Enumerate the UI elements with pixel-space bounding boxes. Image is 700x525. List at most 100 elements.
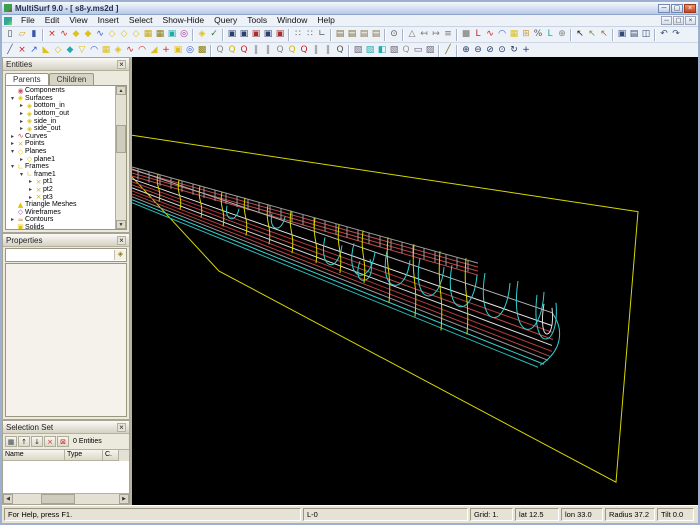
zoom-window-button[interactable]: ⊘ [484,44,496,57]
entity-surf-button[interactable]: ◇ [52,44,64,57]
menu-item-file[interactable]: File [16,15,40,26]
display-curve-button[interactable]: ∿ [484,28,496,41]
tree-expand-icon[interactable]: ▸ [9,216,16,223]
display-circle-button[interactable]: ⊕ [556,28,568,41]
tree-expand-icon[interactable]: ▾ [18,171,25,178]
cube-half-button[interactable]: ◧ [376,44,388,57]
insert-magnet-button[interactable]: ◆ [82,28,94,41]
tree-item-surfaces[interactable]: ▾ ◈ Surfaces [6,94,115,102]
close-button[interactable]: × [684,3,696,13]
tree-item-bottom-out[interactable]: ▸ ◈ bottom_out [6,110,115,118]
entity-arc-button[interactable]: ◠ [88,44,100,57]
properties-field-icon[interactable]: ◈ [114,250,126,260]
tree-expand-icon[interactable]: ▾ [9,163,16,170]
hscroll-thumb[interactable] [41,494,75,504]
insert-surface3-button[interactable]: ◇ [130,28,142,41]
cube-outline-button[interactable]: ▧ [352,44,364,57]
tree-item-bottom-in[interactable]: ▸ ◈ bottom_in [6,102,115,110]
save-file-button[interactable]: ▮ [28,28,40,41]
display-scale-button[interactable]: % [532,28,544,41]
zoom-in-button[interactable]: ⊕ [460,44,472,57]
tree-expand-icon[interactable]: ▸ [9,133,16,140]
view-3-button[interactable]: ▣ [250,28,262,41]
query-magnifier-button[interactable]: ⊙ [388,28,400,41]
entity-point-button[interactable]: ◆ [64,44,76,57]
selection-move-up-button[interactable]: ↑ [18,436,30,447]
rotate-view-button[interactable]: ↻ [508,44,520,57]
view-4-button[interactable]: ▣ [262,28,274,41]
insert-surface2-button[interactable]: ◇ [118,28,130,41]
column-header-type[interactable]: Type [65,450,103,461]
clipboard-1-button[interactable]: ▤ [334,28,346,41]
insert-solid-button[interactable]: ▣ [166,28,178,41]
display-mesh-button[interactable]: ▦ [508,28,520,41]
tree-item-pt1[interactable]: ▸ × pt1 [6,178,115,186]
view-1-button[interactable]: ▣ [226,28,238,41]
measure-left-button[interactable]: ↤ [418,28,430,41]
scroll-left-icon[interactable]: ◀ [3,494,13,504]
properties-close-icon[interactable]: × [117,235,126,245]
hide-lamp-button[interactable]: Q [274,44,286,57]
new-file-button[interactable]: ▯ [4,28,16,41]
entity-snake-button[interactable]: ∿ [124,44,136,57]
menu-item-edit[interactable]: Edit [40,15,65,26]
select-mode-button[interactable]: ✓ [208,28,220,41]
undo-button[interactable]: ↶ [658,28,670,41]
entity-arrow-button[interactable]: ↗ [28,44,40,57]
open-file-button[interactable]: ▱ [16,28,28,41]
mdi-minimize-button[interactable]: ─ [661,16,672,25]
select-fence-button[interactable]: ↖ [598,28,610,41]
checker-button[interactable]: ▨ [424,44,436,57]
measure-right-button[interactable]: ↦ [430,28,442,41]
viewport-3d[interactable] [132,57,698,505]
entity-tri-button[interactable]: ◣ [40,44,52,57]
entity-corner-button[interactable]: ◢ [148,44,160,57]
entity-solid-button[interactable]: ▣ [172,44,184,57]
insert-composite-button[interactable]: ◈ [196,28,208,41]
tree-expand-icon[interactable]: ▸ [27,186,34,193]
display-solid-button[interactable]: ■ [460,28,472,41]
tree-expand-icon[interactable]: ▸ [18,118,25,125]
column-header-c[interactable]: C. [103,450,119,461]
hide-pair-button[interactable]: ‖ [310,44,322,57]
scroll-right-icon[interactable]: ▶ [119,494,129,504]
scroll-thumb[interactable] [116,125,126,153]
entity-mesh-button[interactable]: ▦ [100,44,112,57]
display-grid-button[interactable]: ⊞ [520,28,532,41]
view-2-button[interactable]: ▣ [238,28,250,41]
mdi-close-button[interactable]: × [685,16,696,25]
mdi-restore-button[interactable]: ▢ [673,16,684,25]
measure-triangle-button[interactable]: △ [406,28,418,41]
maximize-button[interactable]: ▢ [671,3,683,13]
menu-item-select[interactable]: Select [124,15,158,26]
selection-list-button[interactable]: ▦ [5,436,17,447]
entities-tree-scrollbar[interactable]: ▲ ▼ [115,86,126,229]
tree-expand-icon[interactable]: ▸ [18,156,25,163]
show-lamp-button[interactable]: Q [214,44,226,57]
insert-ring-button[interactable]: ◎ [178,28,190,41]
menu-item-tools[interactable]: Tools [242,15,272,26]
tree-expand-icon[interactable]: ▾ [9,148,16,155]
display-loop-button[interactable]: ◠ [496,28,508,41]
redo-button[interactable]: ↷ [670,28,682,41]
selection-clear-button[interactable]: ⊠ [57,436,69,447]
zoom-fit-button[interactable]: ⊙ [496,44,508,57]
entity-vee-button[interactable]: ▽ [76,44,88,57]
tree-item-side-in[interactable]: ▸ ◈ side_in [6,117,115,125]
pan-view-button[interactable]: + [520,44,532,57]
window-tile-v-button[interactable]: ◫ [640,28,652,41]
hide-lamp-on-button[interactable]: Q [286,44,298,57]
insert-mesh2-button[interactable]: ▦ [154,28,166,41]
insert-curve-button[interactable]: ∿ [58,28,70,41]
show-pair-button[interactable]: ‖ [250,44,262,57]
select-arrow-button[interactable]: ↖ [574,28,586,41]
column-header-name[interactable]: Name [3,450,65,461]
clipboard-4-button[interactable]: ▤ [370,28,382,41]
entity-plus-button[interactable]: + [160,44,172,57]
cube-filled-button[interactable]: ▧ [364,44,376,57]
menu-item-query[interactable]: Query [209,15,242,26]
pen-button[interactable]: ╱ [442,44,454,57]
zoom-out-button[interactable]: ⊖ [472,44,484,57]
insert-point-button[interactable]: ◆ [70,28,82,41]
tree-item-solids[interactable]: ▣ Solids [6,223,115,229]
